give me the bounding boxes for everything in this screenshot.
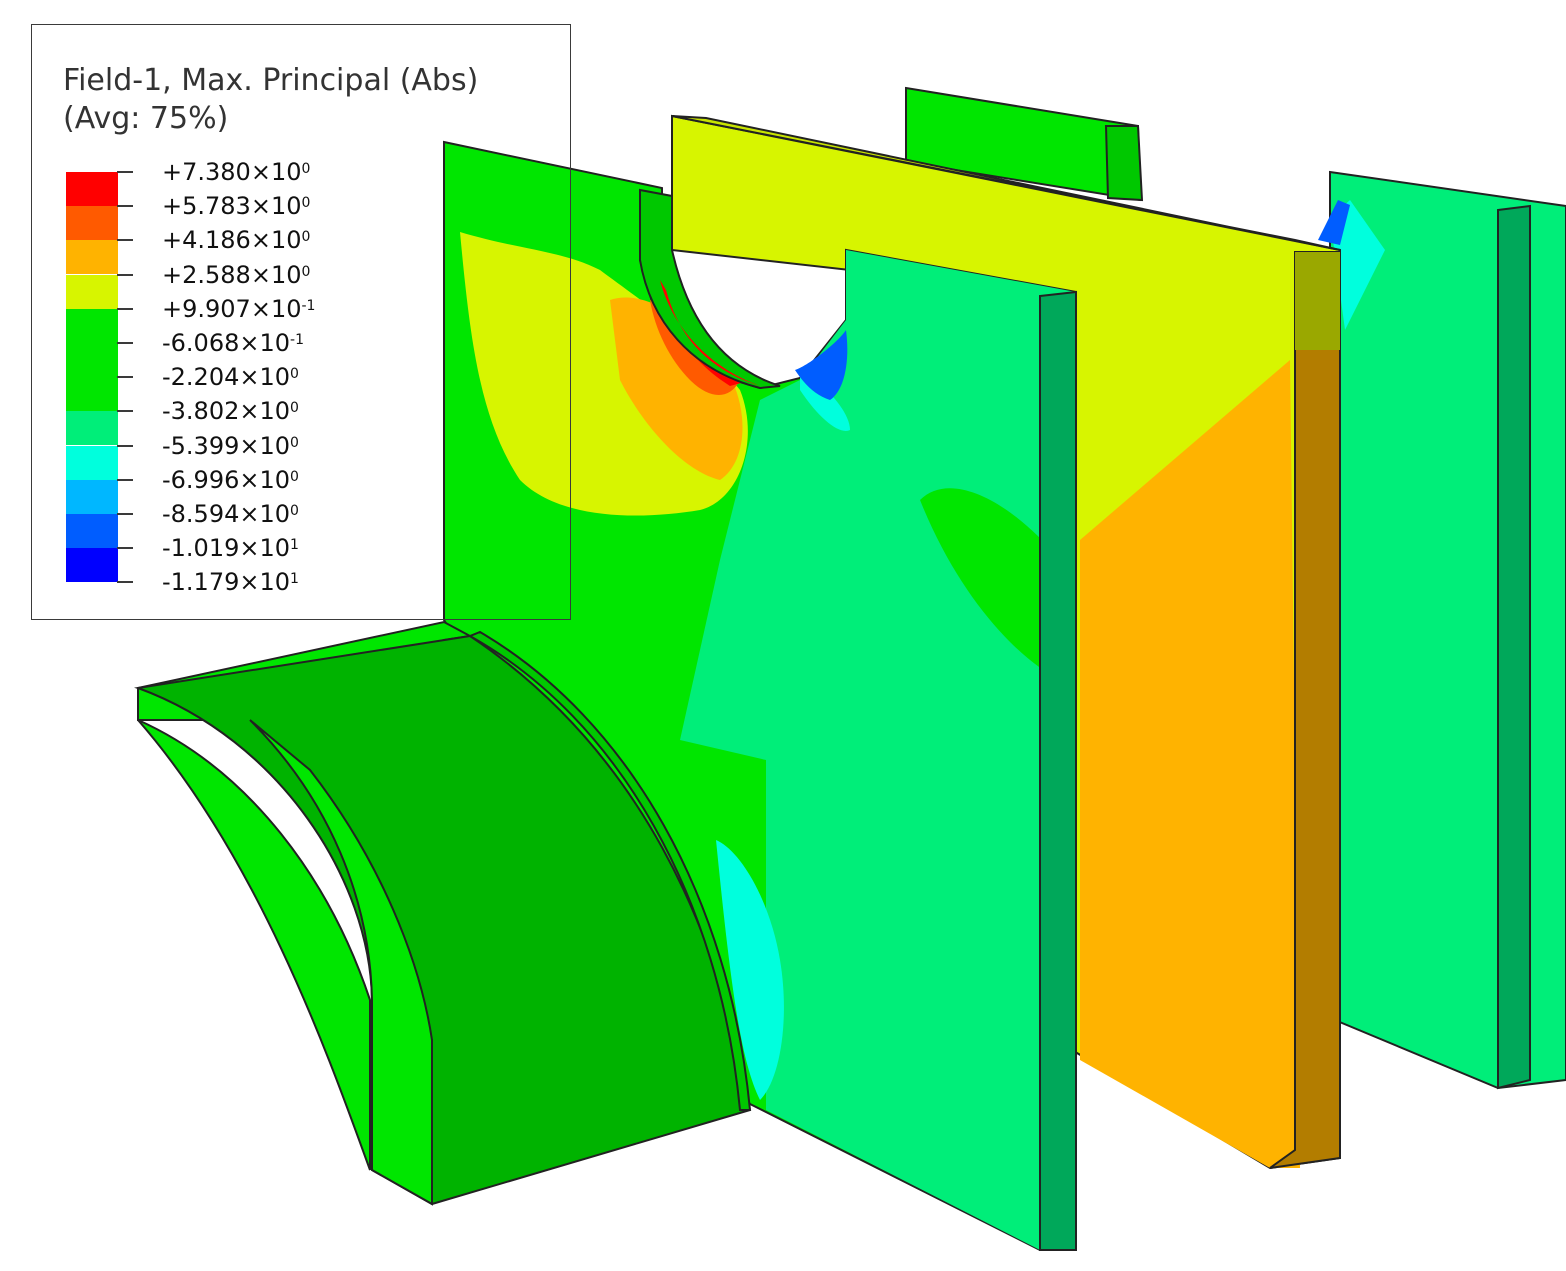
legend-label-9: -5.399×100 [162, 431, 299, 460]
legend-band-9 [66, 445, 118, 480]
legend-tick-12 [117, 547, 133, 550]
right-plate [1318, 170, 1566, 1090]
legend-label-4: +2.588×100 [162, 260, 311, 289]
legend-band-3 [66, 240, 118, 275]
legend-tick-9 [117, 444, 133, 447]
legend-band-1 [66, 172, 118, 206]
legend-tick-13 [117, 581, 133, 584]
legend-band-2 [66, 206, 118, 241]
legend-label-5: +9.907×10-1 [162, 294, 316, 323]
legend-tick-7 [117, 376, 133, 379]
legend-title-line-2: (Avg: 75%) [63, 101, 229, 136]
legend-label-8: -3.802×100 [162, 397, 299, 426]
legend-tick-5 [117, 307, 133, 310]
legend-label-2: +5.783×100 [162, 192, 311, 221]
legend-band-8 [66, 411, 118, 446]
legend-tick-11 [117, 513, 133, 515]
legend-band-12 [66, 548, 118, 583]
legend-label-12: -1.019×101 [162, 534, 299, 563]
legend-label-1: +7.380×100 [162, 158, 311, 186]
legend-label-10: -6.996×100 [162, 465, 299, 494]
legend-label-7: -2.204×100 [162, 363, 299, 392]
legend-band-4 [66, 274, 118, 309]
legend-tick-8 [117, 410, 133, 413]
legend-band-11 [66, 514, 118, 548]
legend-band-10 [66, 479, 118, 514]
legend-tick-1 [117, 171, 133, 173]
legend-title-line-1: Field-1, Max. Principal (Abs) [63, 63, 479, 98]
legend-band-7 [66, 377, 118, 412]
legend-label-13: -1.179×101 [162, 568, 299, 597]
legend-label-11: -8.594×100 [162, 500, 299, 528]
legend-tick-2 [117, 205, 133, 208]
legend-label-6: -6.068×10-1 [162, 329, 304, 357]
legend-label-3: +4.186×100 [162, 226, 311, 255]
legend-band-6 [66, 343, 118, 377]
legend-tick-3 [117, 239, 133, 242]
legend-tick-10 [117, 478, 133, 481]
legend-band-5 [66, 308, 118, 343]
legend-tick-4 [117, 273, 133, 276]
legend-title: Field-1, Max. Principal (Abs) (Avg: 75%) [63, 62, 478, 138]
legend-tick-6 [117, 342, 133, 344]
